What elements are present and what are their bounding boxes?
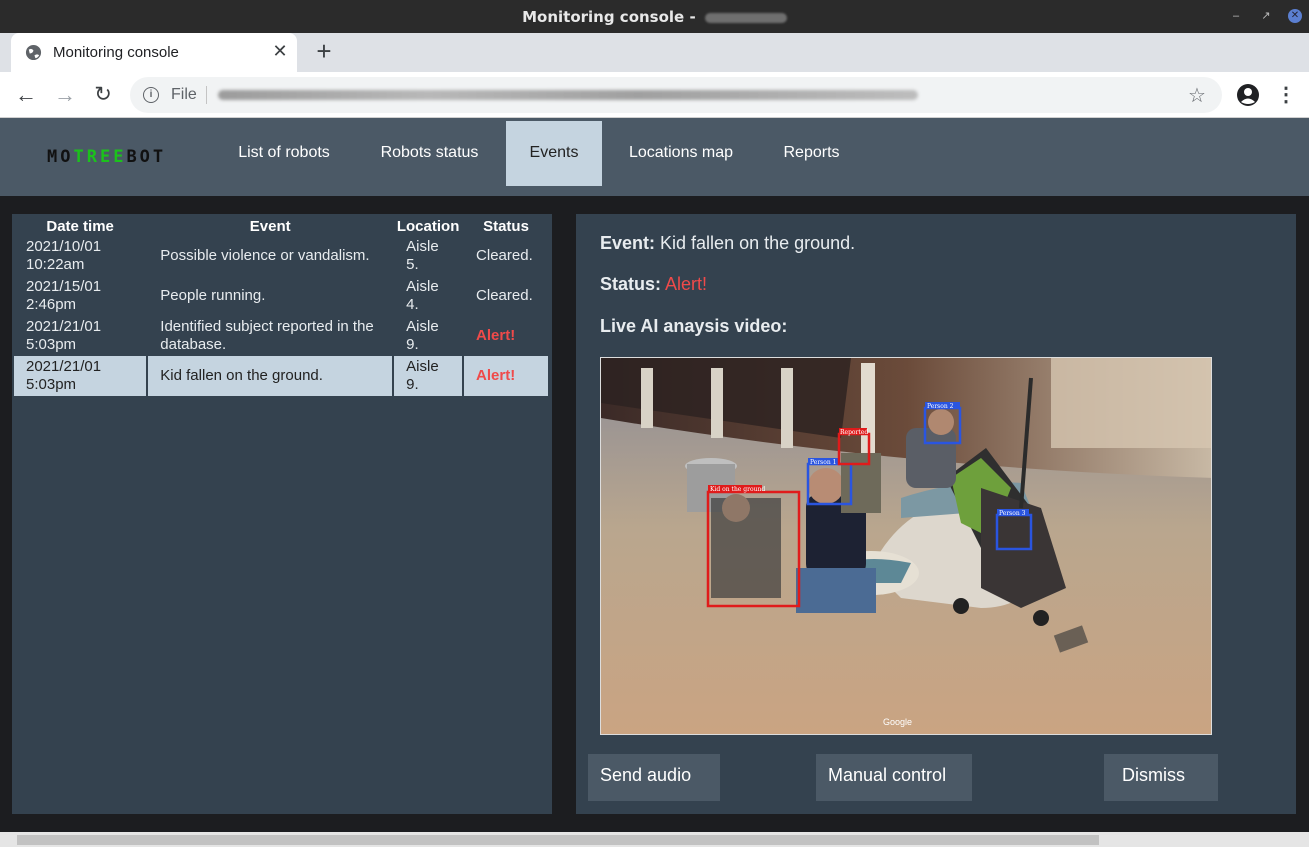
browser-tab[interactable]: Monitoring console ✕: [11, 33, 297, 72]
scrollbar-thumb[interactable]: [17, 835, 1099, 845]
profile-icon[interactable]: [1236, 83, 1260, 107]
nav-robots-status[interactable]: Robots status: [364, 121, 495, 186]
manual-control-button[interactable]: Manual control: [816, 754, 972, 801]
divider: [206, 86, 207, 104]
status-line: Status: Alert!: [600, 274, 708, 294]
window-title: Monitoring console -: [0, 8, 1309, 26]
cell-event: People running.: [160, 287, 266, 304]
box-label-reported: Reported: [840, 429, 868, 436]
tab-strip: Monitoring console ✕ +: [0, 33, 1309, 72]
table-row-selected[interactable]: 2021/21/01 5:03pm Kid fallen on the groun…: [14, 356, 548, 396]
event-line: Event: Kid fallen on the ground.: [600, 233, 856, 253]
video-heading: Live AI anaysis video:: [600, 316, 788, 336]
cell-status: Cleared.: [476, 287, 533, 304]
maximize-icon[interactable]: ↗: [1259, 9, 1273, 23]
video-frame: Kid on the ground Person 1 Reported Pers…: [601, 358, 1211, 734]
nav-locations-map[interactable]: Locations map: [614, 121, 748, 186]
cell-status: Alert!: [464, 356, 548, 396]
bookmark-star-icon[interactable]: ☆: [1188, 83, 1206, 108]
address-bar[interactable]: i File ☆: [130, 77, 1222, 113]
horizontal-scrollbar[interactable]: [0, 832, 1309, 847]
column-header-event: Event: [249, 217, 291, 235]
forward-icon[interactable]: →: [52, 82, 78, 108]
cell-location: Aisle 9.: [394, 356, 463, 396]
cell-event: Kid fallen on the ground.: [148, 356, 393, 396]
globe-icon: [25, 44, 42, 61]
tab-title: Monitoring console: [53, 44, 179, 61]
tab-close-icon[interactable]: ✕: [269, 40, 291, 62]
redacted-url: [218, 90, 918, 100]
table-row[interactable]: 2021/21/01 5:03pm Identified subject repo…: [14, 316, 548, 356]
cell-status: Cleared.: [476, 247, 533, 264]
column-header-status: Status: [483, 217, 529, 235]
cell-event: Possible violence or vandalism.: [160, 247, 370, 264]
minimize-icon[interactable]: –: [1229, 9, 1243, 23]
top-navbar: MOTREEBOT List of robots Robots status E…: [0, 118, 1309, 196]
logo: MOTREEBOT: [47, 147, 167, 167]
cell-datetime: 2021/21/01 5:03pm: [14, 356, 147, 396]
url-scheme: File: [171, 86, 197, 103]
cell-location: Aisle 4.: [406, 278, 439, 313]
nav-list-of-robots[interactable]: List of robots: [222, 121, 346, 186]
cell-status: Alert!: [476, 327, 516, 344]
new-tab-icon[interactable]: +: [312, 37, 336, 65]
table-row[interactable]: 2021/15/01 2:46pm People running. Aisle 4.…: [14, 276, 548, 316]
cell-datetime: 2021/15/01 2:46pm: [26, 278, 102, 313]
cell-datetime: 2021/10/01 10:22am: [26, 238, 102, 273]
cell-event: Identified subject reported in the datab…: [160, 318, 374, 353]
google-watermark: Google: [883, 717, 912, 727]
browser-toolbar: ← → ↻ i File ☆ ⋮: [0, 72, 1309, 118]
send-audio-button[interactable]: Send audio: [588, 754, 720, 801]
app: MOTREEBOT List of robots Robots status E…: [0, 118, 1309, 847]
box-label-person-2: Person 2: [927, 403, 954, 410]
live-video-feed[interactable]: Kid on the ground Person 1 Reported Pers…: [600, 357, 1212, 735]
back-icon[interactable]: ←: [13, 82, 39, 108]
cell-location: Aisle 5.: [406, 238, 439, 273]
redacted-text: [704, 12, 787, 23]
event-detail-panel: Event: Kid fallen on the ground. Status:…: [576, 214, 1296, 814]
box-label-person-1: Person 1: [810, 459, 836, 466]
info-icon[interactable]: i: [143, 87, 159, 103]
dismiss-button[interactable]: Dismiss: [1104, 754, 1218, 801]
box-label-kid: Kid on the ground: [710, 486, 765, 493]
cell-location: Aisle 9.: [406, 318, 439, 353]
column-header-location: Location: [396, 217, 460, 235]
cell-datetime: 2021/21/01 5:03pm: [26, 318, 102, 353]
nav-reports[interactable]: Reports: [765, 121, 858, 186]
table-header: Date time Event Location Status: [14, 214, 548, 236]
window-titlebar: Monitoring console - – ↗ ✕: [0, 0, 1309, 33]
column-header-date: Date time: [46, 217, 114, 235]
reload-icon[interactable]: ↻: [90, 82, 116, 108]
nav-events[interactable]: Events: [506, 121, 602, 186]
events-panel: Date time Event Location Status 2021/10/…: [12, 214, 552, 814]
close-window-icon[interactable]: ✕: [1288, 9, 1302, 23]
more-menu-icon[interactable]: ⋮: [1276, 82, 1296, 108]
table-row[interactable]: 2021/10/01 10:22am Possible violence or v…: [14, 236, 548, 276]
events-table: Date time Event Location Status 2021/10/…: [12, 214, 550, 396]
box-label-person-3: Person 3: [999, 510, 1026, 517]
